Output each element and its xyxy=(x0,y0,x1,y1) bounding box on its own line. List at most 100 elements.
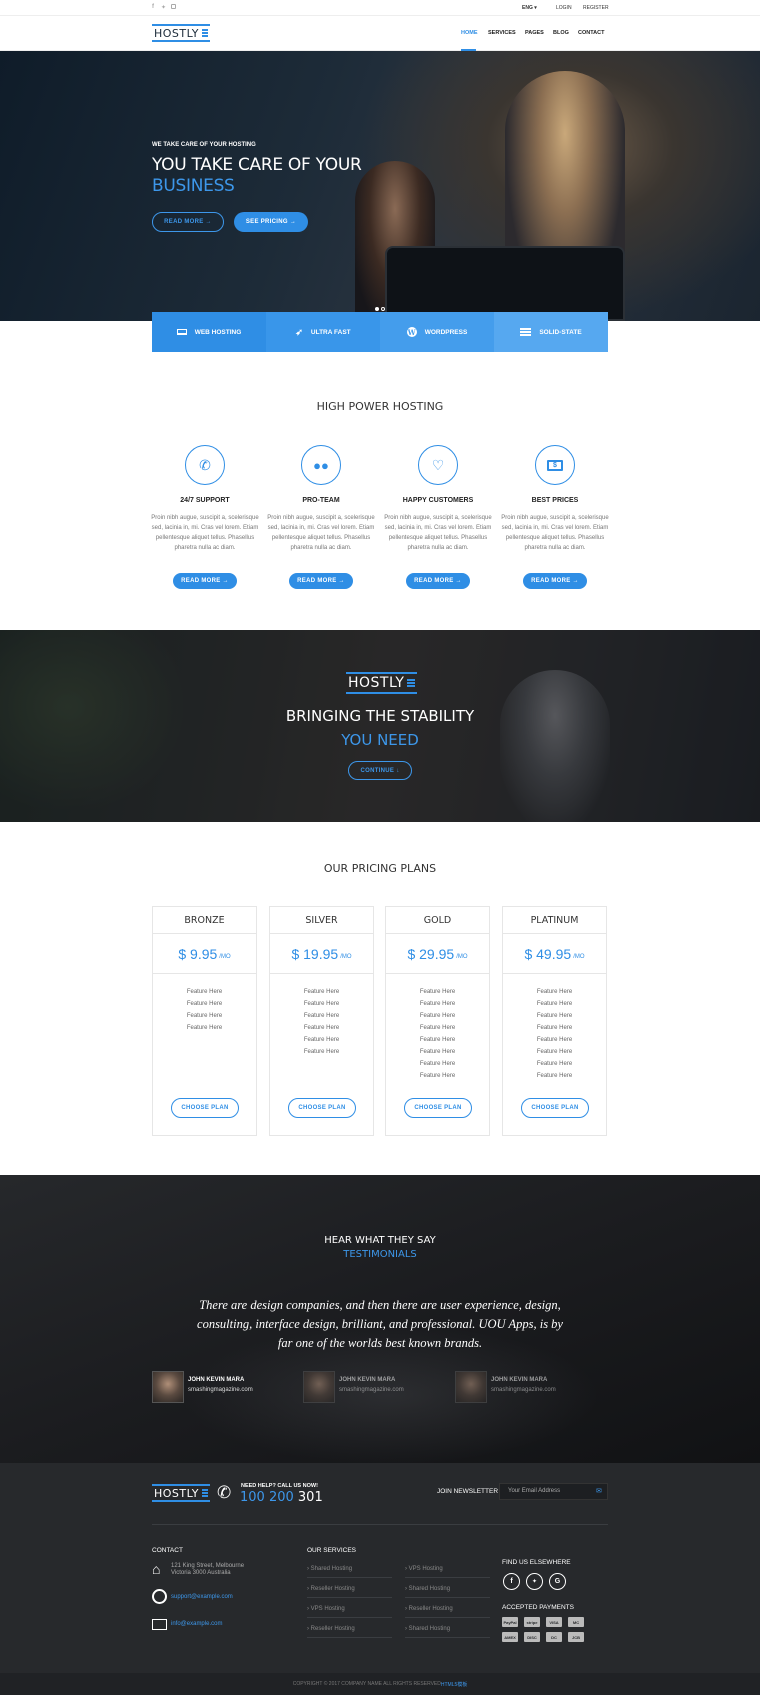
phone-icon: ✆ xyxy=(199,456,211,473)
feature-text: Proin nibh augue, suscipit a, scelerisqu… xyxy=(267,515,375,551)
choose-plan-button[interactable]: CHOOSE PLAN xyxy=(404,1098,472,1118)
feature-title: 24/7 SUPPORT xyxy=(180,497,230,504)
footer-service-link[interactable]: › VPS Hosting xyxy=(405,1566,443,1572)
plan-price: $ 19.95/MO xyxy=(270,934,373,974)
plan-feature: Feature Here xyxy=(303,1037,340,1043)
facebook-icon[interactable]: f xyxy=(503,1573,520,1590)
logo-bars-icon xyxy=(202,1488,209,1499)
slider-dot-active[interactable] xyxy=(375,307,379,311)
rocket-icon: ➶ xyxy=(295,326,303,337)
send-icon[interactable]: ✉ xyxy=(596,1487,602,1495)
plan-features: Feature Here Feature Here Feature Here F… xyxy=(153,986,256,1034)
nav-item-blog[interactable]: BLOG xyxy=(553,30,569,36)
nav-item-services[interactable]: SERVICES xyxy=(488,30,516,36)
plan-feature: Feature Here xyxy=(536,1061,573,1067)
tab-wordpress[interactable]: W WORDPRESS xyxy=(380,312,494,352)
footer-service-link[interactable]: › Reseller Hosting xyxy=(307,1586,355,1592)
plan-price: $ 49.95/MO xyxy=(503,934,606,974)
top-bar: f ✦ ENG ▾ LOGIN REGISTER xyxy=(0,0,760,16)
author-name: JOHN KEVIN MARA xyxy=(188,1377,245,1383)
author-site: smashingmagazine.com xyxy=(339,1387,404,1393)
feature-title: BEST PRICES xyxy=(531,497,579,504)
footer-service-link[interactable]: › Shared Hosting xyxy=(405,1626,450,1632)
footer-service-link[interactable]: › Reseller Hosting xyxy=(307,1626,355,1632)
plan-feature: Feature Here xyxy=(536,1001,573,1007)
choose-plan-button[interactable]: CHOOSE PLAN xyxy=(521,1098,589,1118)
instagram-icon[interactable] xyxy=(171,4,176,9)
service-divider xyxy=(405,1577,490,1578)
feature-text: Proin nibh augue, suscipit a, scelerisqu… xyxy=(151,515,259,551)
testimonial-author[interactable]: JOHN KEVIN MARA smashingmagazine.com xyxy=(303,1371,443,1405)
team-icon: ●● xyxy=(313,457,329,473)
feature-title: PRO-TEAM xyxy=(302,497,340,504)
testimonials-heading: TESTIMONIALS xyxy=(343,1249,417,1260)
plan-feature: Feature Here xyxy=(303,1013,340,1019)
mail-icon xyxy=(152,1619,167,1630)
stability-section: HOSTLY BRINGING THE STABILITY YOU NEED C… xyxy=(0,630,760,822)
monitor-shape xyxy=(385,246,625,321)
plan-feature: Feature Here xyxy=(536,1025,573,1031)
login-link[interactable]: LOGIN xyxy=(556,5,572,11)
support-email[interactable]: support@example.com xyxy=(171,1594,233,1600)
tab-solid-state[interactable]: SOLID-STATE xyxy=(494,312,608,352)
footer-service-link[interactable]: › Shared Hosting xyxy=(405,1586,450,1592)
stripe-icon: stripe xyxy=(524,1617,540,1627)
google-icon[interactable]: G xyxy=(549,1573,566,1590)
tab-web-hosting[interactable]: WEB HOSTING xyxy=(152,312,266,352)
hero-title-highlight: BUSINESS xyxy=(152,176,235,196)
plan-name: GOLD xyxy=(386,907,489,934)
language-select[interactable]: ENG ▾ xyxy=(522,5,537,11)
service-divider xyxy=(307,1577,392,1578)
plan-price: $ 9.95/MO xyxy=(153,934,256,974)
hero-see-pricing-button[interactable]: SEE PRICING → xyxy=(234,212,308,232)
tab-ultra-fast[interactable]: ➶ ULTRA FAST xyxy=(266,312,380,352)
nav-item-home[interactable]: HOME xyxy=(461,30,478,36)
visa-icon: VISA xyxy=(546,1617,562,1627)
heart-icon: ♡ xyxy=(431,456,445,473)
money-icon: $ xyxy=(547,459,563,471)
plan-feature: Feature Here xyxy=(303,1025,340,1031)
testimonial-author[interactable]: JOHN KEVIN MARA smashingmagazine.com xyxy=(152,1371,292,1405)
footer-logo[interactable]: HOSTLY xyxy=(152,1484,211,1502)
money-icon-circle: $ xyxy=(535,445,575,485)
feature-text: Proin nibh augue, suscipit a, scelerisqu… xyxy=(384,515,492,551)
footer-service-link[interactable]: › VPS Hosting xyxy=(307,1606,345,1612)
twitter-icon[interactable]: ✦ xyxy=(526,1573,543,1590)
feature-read-more-button[interactable]: READ MORE → xyxy=(289,573,353,589)
facebook-icon[interactable]: f xyxy=(152,4,154,10)
feature-read-more-button[interactable]: READ MORE → xyxy=(406,573,470,589)
continue-button[interactable]: CONTINUE ↓ xyxy=(348,761,412,780)
register-link[interactable]: REGISTER xyxy=(583,5,609,11)
copyright-link[interactable]: HTML5模板 xyxy=(441,1681,467,1688)
service-divider xyxy=(307,1637,392,1638)
plan-feature: Feature Here xyxy=(419,1025,456,1031)
choose-plan-button[interactable]: CHOOSE PLAN xyxy=(288,1098,356,1118)
footer-service-link[interactable]: › Shared Hosting xyxy=(307,1566,352,1572)
laptop-icon xyxy=(176,329,187,335)
plan-feature: Feature Here xyxy=(303,1049,340,1055)
phone-icon-circle: ✆ xyxy=(185,445,225,485)
hero-title: YOU TAKE CARE OF YOUR xyxy=(152,155,362,175)
feature-read-more-button[interactable]: READ MORE → xyxy=(523,573,587,589)
choose-plan-button[interactable]: CHOOSE PLAN xyxy=(171,1098,239,1118)
pricing-heading: OUR PRICING PLANS xyxy=(323,862,437,875)
plan-feature: Feature Here xyxy=(186,989,223,995)
footer-service-link[interactable]: › Reseller Hosting xyxy=(405,1606,453,1612)
phone-icon: ✆ xyxy=(217,1483,232,1502)
nav-item-contact[interactable]: CONTACT xyxy=(578,30,604,36)
nav-item-pages[interactable]: PAGES xyxy=(525,30,544,36)
plan-feature: Feature Here xyxy=(419,1013,456,1019)
hero-read-more-button[interactable]: READ MORE → xyxy=(152,212,224,232)
info-email[interactable]: info@example.com xyxy=(171,1621,222,1627)
footer: HOSTLY ✆ NEED HELP? CALL US NOW! 100 200… xyxy=(0,1463,760,1695)
twitter-icon[interactable]: ✦ xyxy=(161,4,166,11)
testimonial-author[interactable]: JOHN KEVIN MARA smashingmagazine.com xyxy=(455,1371,595,1405)
feature-read-more-button[interactable]: READ MORE → xyxy=(173,573,237,589)
footer-divider xyxy=(152,1524,608,1525)
logo[interactable]: HOSTLY xyxy=(152,24,211,42)
service-divider xyxy=(405,1637,490,1638)
newsletter-input[interactable]: Your Email Address ✉ xyxy=(499,1483,608,1500)
stability-title-highlight: YOU NEED xyxy=(341,731,419,749)
slider-dot[interactable] xyxy=(381,307,385,311)
jcb-icon: JCB xyxy=(568,1632,584,1642)
